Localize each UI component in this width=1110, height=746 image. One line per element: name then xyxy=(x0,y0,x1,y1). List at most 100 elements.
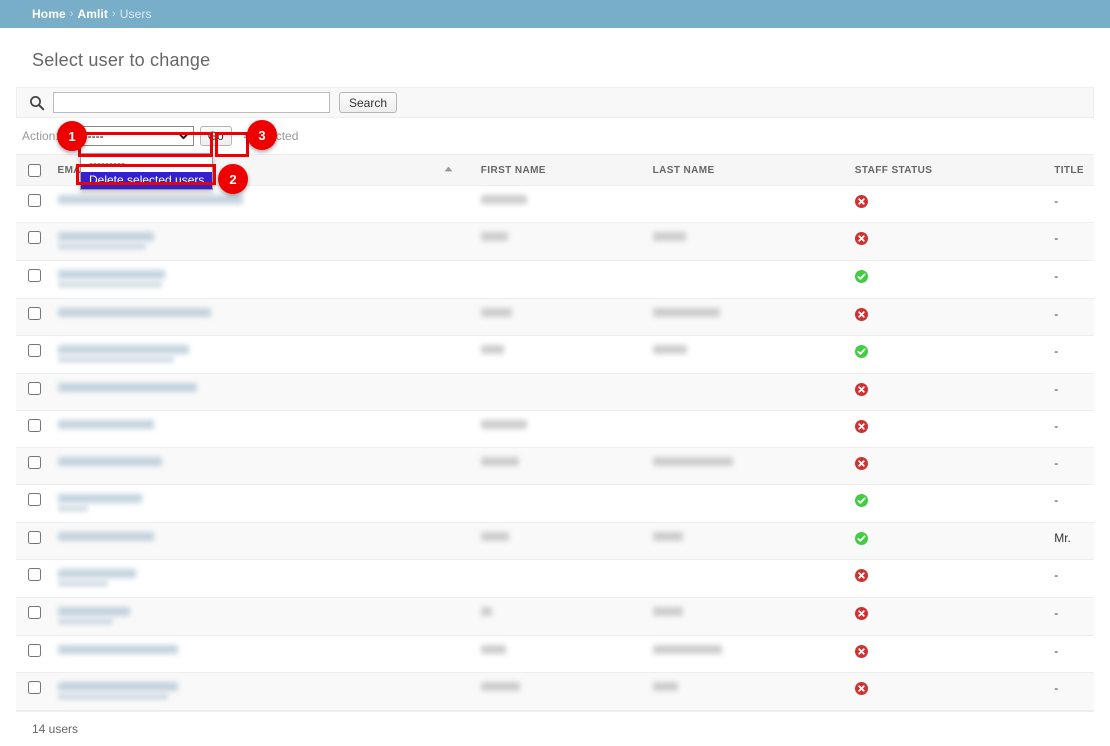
dropdown-option-blank[interactable]: --------- xyxy=(81,155,212,172)
cell-title: - xyxy=(1044,260,1094,299)
cell-email-address[interactable] xyxy=(47,335,471,374)
table-body: - - - - - - - - - Mr. - - - - xyxy=(16,185,1094,711)
cell-email-address[interactable] xyxy=(47,559,471,598)
action-select[interactable]: --------- Delete selected users xyxy=(64,126,194,146)
cell-email-address[interactable] xyxy=(47,597,471,636)
row-select-checkbox[interactable] xyxy=(28,568,41,581)
cell-email-address[interactable] xyxy=(47,522,471,560)
row-select-checkbox[interactable] xyxy=(28,269,41,282)
cell-email-address[interactable] xyxy=(47,635,471,673)
redacted-text xyxy=(480,532,509,541)
breadcrumb-item-users: Users xyxy=(119,7,152,21)
row-select-cell[interactable] xyxy=(16,260,48,299)
row-select-cell[interactable] xyxy=(16,522,48,560)
cell-first-name xyxy=(470,373,643,411)
cross-circle-icon xyxy=(854,195,868,209)
table-row[interactable]: Mr. xyxy=(16,522,1094,560)
row-select-cell[interactable] xyxy=(16,410,48,448)
cell-last-name xyxy=(642,410,845,448)
redacted-text xyxy=(57,580,108,587)
row-select-cell[interactable] xyxy=(16,185,48,223)
cell-email-address[interactable] xyxy=(47,373,471,411)
row-select-checkbox[interactable] xyxy=(28,531,41,544)
cell-first-name xyxy=(470,484,643,523)
table-row[interactable]: - xyxy=(16,410,1094,448)
page-title: Select user to change xyxy=(32,50,211,70)
redacted-text xyxy=(652,457,733,466)
table-row[interactable]: - xyxy=(16,635,1094,673)
table-row[interactable]: - xyxy=(16,373,1094,411)
row-select-cell[interactable] xyxy=(16,635,48,673)
dropdown-option-delete-selected-users[interactable]: Delete selected users xyxy=(81,172,212,189)
table-row[interactable]: - xyxy=(16,298,1094,336)
cell-email-address[interactable] xyxy=(47,447,471,485)
row-select-checkbox[interactable] xyxy=(28,456,41,469)
cross-circle-icon xyxy=(854,682,868,696)
action-dropdown-popup[interactable]: --------- Delete selected users xyxy=(80,153,213,190)
row-select-checkbox[interactable] xyxy=(28,307,41,320)
search-icon xyxy=(30,95,45,110)
row-select-checkbox[interactable] xyxy=(28,493,41,506)
row-select-cell[interactable] xyxy=(16,222,48,261)
row-select-checkbox[interactable] xyxy=(28,194,41,207)
row-select-checkbox[interactable] xyxy=(28,344,41,357)
row-select-cell[interactable] xyxy=(16,447,48,485)
cell-title: Mr. xyxy=(1044,522,1094,560)
row-select-checkbox[interactable] xyxy=(28,606,41,619)
redacted-text xyxy=(57,618,113,625)
row-select-cell[interactable] xyxy=(16,298,48,336)
row-select-cell[interactable] xyxy=(16,672,48,711)
cell-title: - xyxy=(1044,335,1094,374)
cell-email-address[interactable] xyxy=(47,222,471,261)
table-row[interactable]: - xyxy=(16,597,1094,636)
redacted-text xyxy=(652,645,722,654)
table-row[interactable]: - xyxy=(16,672,1094,711)
column-header-last-name[interactable]: LAST NAME xyxy=(642,154,845,186)
column-header-title[interactable]: TITLE xyxy=(1044,154,1094,186)
redacted-text xyxy=(57,693,168,700)
cell-last-name xyxy=(642,185,845,223)
redacted-text xyxy=(57,569,136,578)
cell-staff-status xyxy=(844,522,1045,560)
cell-email-address[interactable] xyxy=(47,185,471,223)
cross-circle-icon xyxy=(854,569,868,583)
table-row[interactable]: - xyxy=(16,185,1094,223)
table-row[interactable]: - xyxy=(16,222,1094,261)
row-select-checkbox[interactable] xyxy=(28,681,41,694)
table-row[interactable]: - xyxy=(16,484,1094,523)
redacted-text xyxy=(57,270,165,279)
cell-last-name xyxy=(642,447,845,485)
column-header-staff-status[interactable]: STAFF STATUS xyxy=(844,154,1045,186)
cell-email-address[interactable] xyxy=(47,260,471,299)
row-select-cell[interactable] xyxy=(16,484,48,523)
table-row[interactable]: - xyxy=(16,260,1094,299)
table-row[interactable]: - xyxy=(16,335,1094,374)
breadcrumb-item-home[interactable]: Home xyxy=(32,7,66,21)
breadcrumb-item-amlit[interactable]: Amlit xyxy=(78,7,109,21)
row-select-checkbox[interactable] xyxy=(28,382,41,395)
cell-email-address[interactable] xyxy=(47,298,471,336)
search-button[interactable]: Search xyxy=(339,92,398,113)
table-row[interactable]: - xyxy=(16,559,1094,598)
redacted-text xyxy=(57,532,154,541)
column-header-first-name[interactable]: FIRST NAME xyxy=(470,154,643,186)
cell-email-address[interactable] xyxy=(47,672,471,711)
row-select-cell[interactable] xyxy=(16,373,48,411)
row-select-cell[interactable] xyxy=(16,559,48,598)
cell-first-name xyxy=(470,522,643,560)
row-select-cell[interactable] xyxy=(16,335,48,374)
cell-email-address[interactable] xyxy=(47,410,471,448)
search-input[interactable] xyxy=(53,92,330,113)
select-all-checkbox[interactable] xyxy=(28,163,41,177)
row-select-cell[interactable] xyxy=(16,597,48,636)
cell-email-address[interactable] xyxy=(47,484,471,523)
go-button[interactable]: Go xyxy=(199,126,232,146)
row-select-checkbox[interactable] xyxy=(28,231,41,244)
row-select-checkbox[interactable] xyxy=(28,419,41,432)
cell-staff-status xyxy=(844,635,1045,673)
redacted-text xyxy=(652,682,678,691)
cell-staff-status xyxy=(844,559,1045,598)
row-select-checkbox[interactable] xyxy=(28,644,41,657)
redacted-text xyxy=(57,420,154,429)
table-row[interactable]: - xyxy=(16,447,1094,485)
